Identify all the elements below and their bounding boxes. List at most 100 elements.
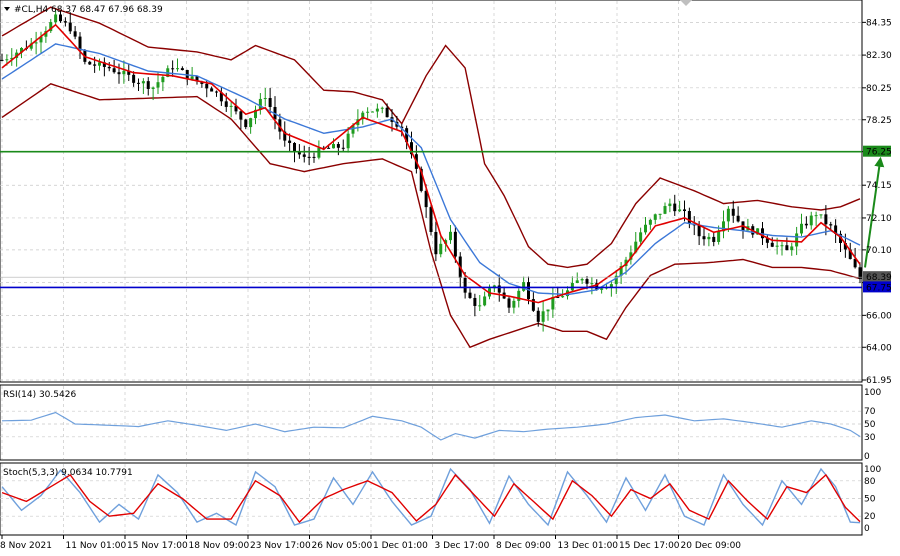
candle-body xyxy=(663,206,667,214)
candle-body xyxy=(541,311,545,322)
candle-body xyxy=(224,101,228,107)
candle-body xyxy=(73,31,77,37)
candle-body xyxy=(673,203,677,212)
price-tick-label: 74.15 xyxy=(866,181,892,191)
time-tick-label: 8 Nov 2021 xyxy=(0,541,52,551)
stoch-tick-label: 20 xyxy=(864,512,876,522)
candle-body xyxy=(336,144,340,148)
candle-body xyxy=(780,245,784,247)
candle-body xyxy=(585,279,589,284)
candle-body xyxy=(132,74,136,83)
candle-body xyxy=(795,233,799,247)
candle-body xyxy=(122,70,126,75)
candle-body xyxy=(293,142,296,152)
candle-body xyxy=(205,83,209,89)
time-tick-label: 8 Dec 09:00 xyxy=(496,541,551,551)
candle-body xyxy=(575,280,579,284)
candle-body xyxy=(736,215,740,222)
stoch-tick-label: 100 xyxy=(864,465,881,475)
candle-body xyxy=(180,68,184,71)
candle-body xyxy=(814,215,818,217)
candle-body xyxy=(107,66,111,69)
candle-body xyxy=(507,298,511,308)
candle-body xyxy=(190,76,194,80)
candle-body xyxy=(68,22,72,32)
time-tick-label: 18 Nov 09:00 xyxy=(189,541,250,551)
candle-body xyxy=(809,215,813,226)
resistance-price-label: 76.25 xyxy=(866,148,892,158)
candle-body xyxy=(117,72,121,75)
candle-body xyxy=(371,111,374,113)
candle-body xyxy=(819,214,823,216)
price-tick-label: 64.00 xyxy=(866,343,892,353)
candle-body xyxy=(546,309,550,312)
rsi-tick-label: 0 xyxy=(864,452,870,462)
price-tick-label: 84.35 xyxy=(866,18,892,28)
candle-body xyxy=(658,213,662,215)
candle-body xyxy=(463,277,467,293)
candle-body xyxy=(312,156,316,158)
candle-body xyxy=(712,236,716,242)
candle-body xyxy=(829,224,833,226)
candle-body xyxy=(770,242,774,247)
candle-body xyxy=(239,111,243,120)
candle-body xyxy=(522,282,526,291)
candle-body xyxy=(249,118,253,128)
time-tick-label: 20 Dec 09:00 xyxy=(681,541,742,551)
candle-body xyxy=(726,208,730,222)
stoch-tick-label: 80 xyxy=(864,477,876,487)
stoch-tick-label: 0 xyxy=(864,524,870,534)
candle-body xyxy=(702,236,706,240)
candle-body xyxy=(380,107,384,109)
candle-body xyxy=(478,305,482,307)
candle-body xyxy=(307,156,311,158)
candle-body xyxy=(34,42,38,44)
candle-body xyxy=(449,231,452,241)
candle-body xyxy=(258,98,262,110)
candle-body xyxy=(804,223,808,226)
candle-body xyxy=(332,144,335,149)
candle-body xyxy=(824,214,828,225)
rsi-pane[interactable] xyxy=(0,384,863,461)
rsi-header: RSI(14) 30.5426 xyxy=(3,390,76,400)
price-tick-label: 66.00 xyxy=(866,311,892,321)
candle-body xyxy=(346,133,350,149)
candle-body xyxy=(93,64,97,66)
price-tick-label: 82.30 xyxy=(866,51,892,61)
candle-body xyxy=(644,224,647,233)
candle-body xyxy=(473,297,477,306)
time-tick-label: 15 Dec 17:00 xyxy=(619,541,680,551)
candle-body xyxy=(683,209,686,212)
candle-body xyxy=(210,88,214,92)
candle-body xyxy=(151,87,155,89)
main-pane[interactable] xyxy=(0,0,863,383)
candle-body xyxy=(317,147,321,158)
candle-body xyxy=(590,283,594,285)
price-tick-label: 78.25 xyxy=(866,116,892,126)
candle-body xyxy=(244,119,248,128)
price-chart[interactable]: 84.35 82.30 80.25 78.25 76.25 74.15 72.10 70.10… xyxy=(0,0,900,556)
candle-body xyxy=(59,14,62,22)
candle-body xyxy=(385,107,389,118)
candle-body xyxy=(88,61,92,65)
candle-body xyxy=(648,219,652,225)
rsi-tick-label: 50 xyxy=(864,420,876,430)
rsi-tick-label: 70 xyxy=(864,407,876,417)
candle-body xyxy=(434,231,438,255)
candle-body xyxy=(98,62,101,66)
rsi-tick-label: 30 xyxy=(864,433,876,443)
candle-body xyxy=(263,98,267,100)
candle-body xyxy=(731,208,735,216)
candle-body xyxy=(156,82,160,88)
candle-body xyxy=(580,279,584,281)
candle-body xyxy=(785,245,789,251)
candle-body xyxy=(171,68,175,70)
symbol-header: #CL,H4 68.37 68.47 67.96 68.39 xyxy=(14,5,163,15)
candle-body xyxy=(429,207,433,232)
candle-body xyxy=(366,111,370,113)
time-tick-label: 26 Nov 05:00 xyxy=(312,541,373,551)
candle-body xyxy=(0,59,4,61)
candle-body xyxy=(600,288,604,290)
candle-body xyxy=(215,91,218,93)
candle-body xyxy=(512,300,516,308)
